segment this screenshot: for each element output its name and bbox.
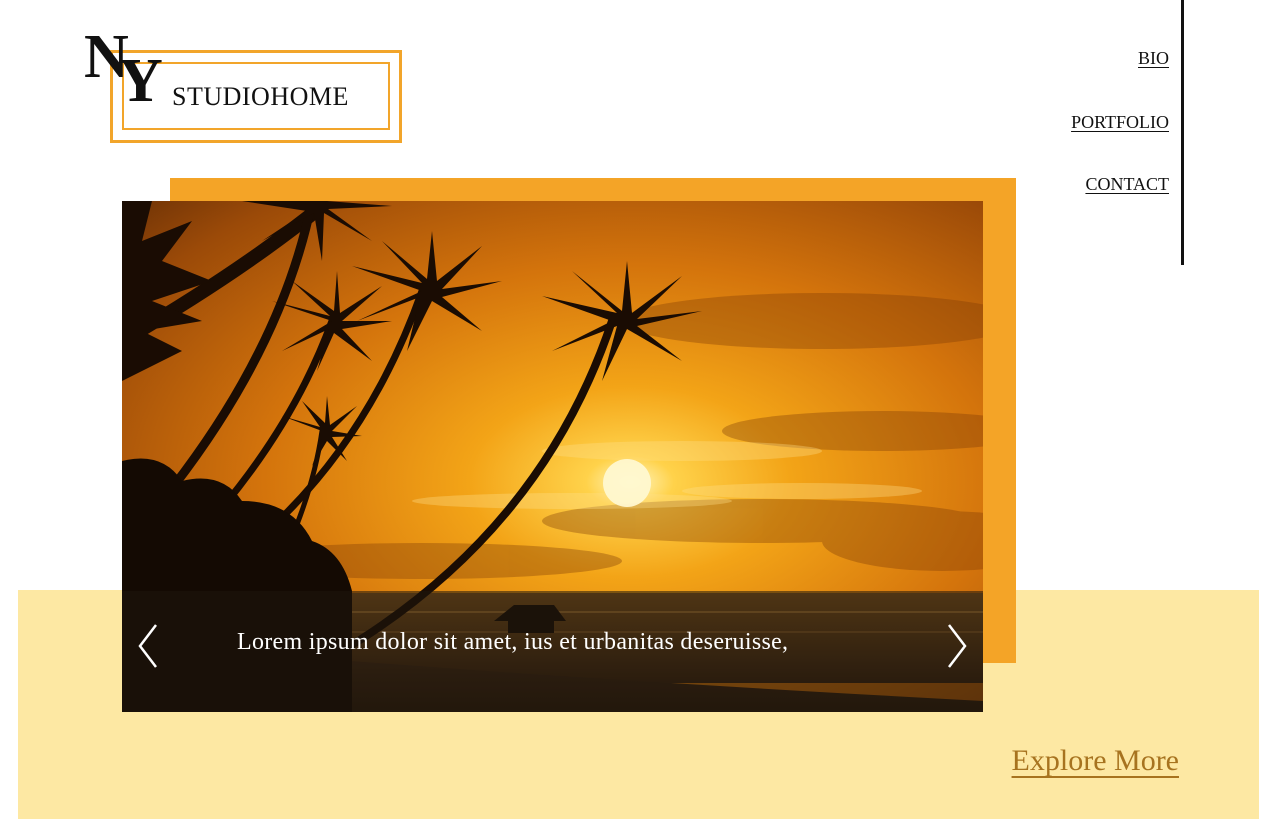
nav-link-bio[interactable]: BIO — [1138, 48, 1169, 69]
slide-caption: Lorem ipsum dolor sit amet, ius et urban… — [237, 629, 789, 655]
logo-wordmark: STUDIOHOME — [172, 82, 349, 111]
hero-slider[interactable]: Lorem ipsum dolor sit amet, ius et urban… — [122, 201, 983, 712]
logo-letter-y: Y — [118, 47, 163, 115]
chevron-left-icon[interactable] — [134, 621, 162, 671]
nav-link-portfolio[interactable]: PORTFOLIO — [1071, 112, 1169, 133]
brand-logo[interactable]: N Y STUDIOHOME — [84, 26, 404, 145]
nav-link-contact[interactable]: CONTACT — [1085, 174, 1169, 195]
chevron-right-icon[interactable] — [943, 621, 971, 671]
explore-more-link[interactable]: Explore More — [1012, 744, 1179, 778]
main-nav: BIO PORTFOLIO CONTACT — [1054, 0, 1184, 265]
